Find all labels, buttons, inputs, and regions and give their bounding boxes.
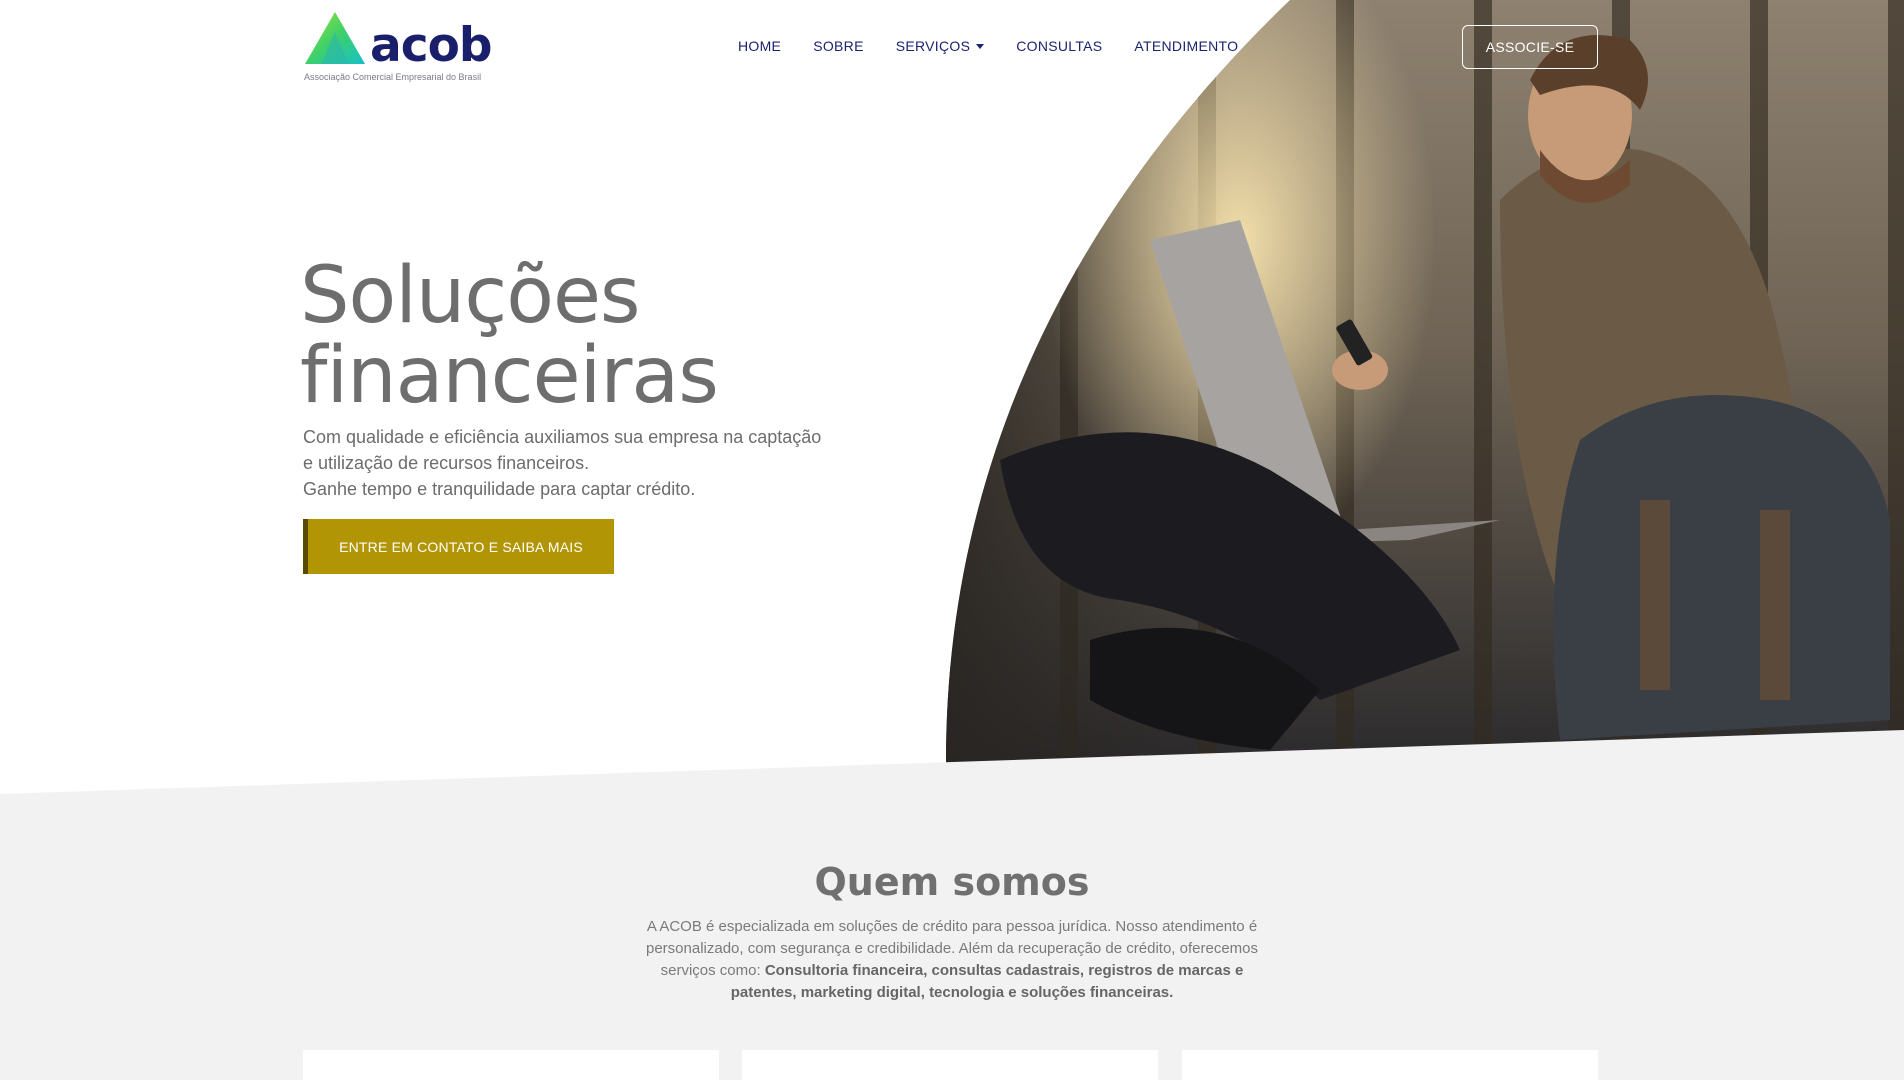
nav-consultas[interactable]: CONSULTAS xyxy=(1016,38,1102,54)
service-card xyxy=(303,1050,719,1090)
nav-sobre-label: SOBRE xyxy=(813,38,864,54)
nav-home[interactable]: HOME xyxy=(738,38,781,54)
hero-description: Com qualidade e eficiência auxiliamos su… xyxy=(303,424,863,502)
hero-title-line2: financeiras xyxy=(300,331,719,421)
nav-sobre[interactable]: SOBRE xyxy=(813,38,864,54)
contact-cta-button[interactable]: ENTRE EM CONTATO E SAIBA MAIS xyxy=(303,519,614,574)
nav-consultas-label: CONSULTAS xyxy=(1016,38,1103,54)
logo-tagline: Associação Comercial Empresarial do Bras… xyxy=(304,72,482,82)
logo-triangle-icon xyxy=(305,12,365,64)
about-section-background xyxy=(0,730,1904,1080)
caret-down-icon xyxy=(976,43,985,49)
about-description: A ACOB é especializada em soluções de cr… xyxy=(638,916,1266,1004)
acob-logo[interactable]: acob Associação Comercial Empresarial do… xyxy=(303,12,493,86)
about-title: Quem somos xyxy=(814,860,1090,904)
logo-wordmark: acob xyxy=(370,18,493,73)
nav-servicos-dropdown[interactable]: SERVIÇOS xyxy=(896,38,985,54)
hero-person-illustration xyxy=(940,0,1904,765)
hero-desc-line2: e utilização de recursos financeiros. xyxy=(303,453,590,473)
hero-title-line1: Soluções xyxy=(300,251,641,341)
nav-atendimento[interactable]: ATENDIMENTO xyxy=(1134,38,1238,54)
hero-desc-line3: Ganhe tempo e tranquilidade para captar … xyxy=(303,479,696,499)
hero-desc-line1: Com qualidade e eficiência auxiliamos su… xyxy=(303,427,822,447)
about-text-bold: Consultoria financeira, consultas cadast… xyxy=(730,962,1244,1001)
nav-home-label: HOME xyxy=(738,38,782,54)
hero-title: Soluções financeiras xyxy=(300,251,719,421)
nav-atendimento-label: ATENDIMENTO xyxy=(1134,38,1239,54)
nav-servicos-label: SERVIÇOS xyxy=(895,38,971,54)
service-card xyxy=(1182,1050,1598,1090)
associe-se-button[interactable]: ASSOCIE-SE xyxy=(1462,25,1598,69)
service-card xyxy=(742,1050,1158,1090)
main-nav: HOME SOBRE SERVIÇOS CONSULTAS ATENDIMENT… xyxy=(738,38,1270,54)
